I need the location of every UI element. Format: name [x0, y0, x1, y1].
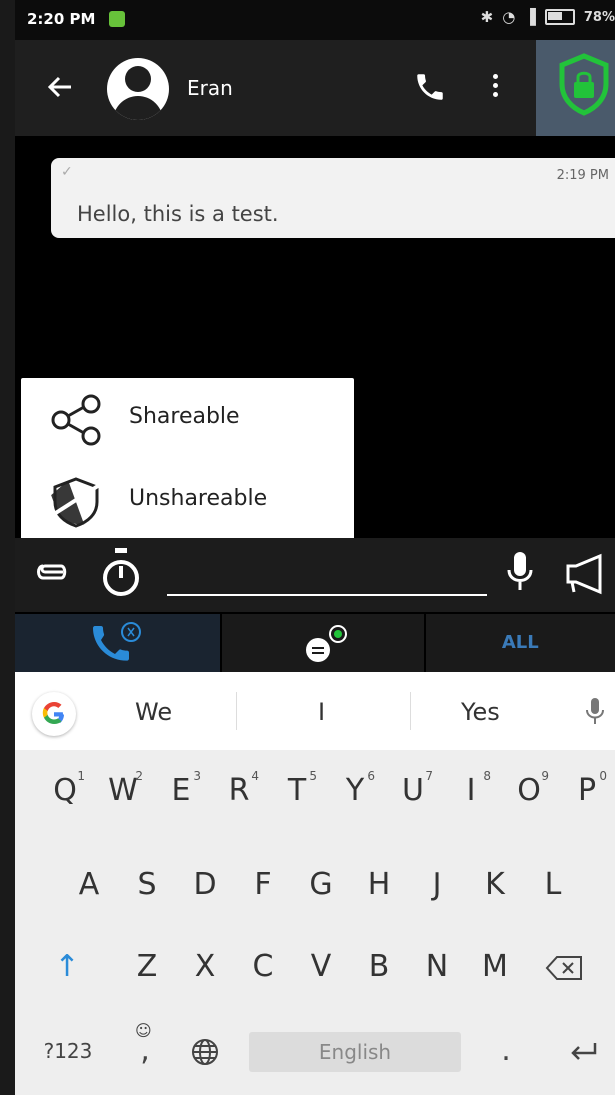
voice-input-icon[interactable]	[585, 696, 605, 726]
menu-item-unshareable[interactable]: Unshareable	[21, 460, 354, 540]
google-g-icon[interactable]	[32, 692, 76, 736]
app-bar: Eran	[15, 40, 615, 136]
attachment-icon[interactable]	[35, 562, 67, 582]
key-r[interactable]: 4R	[217, 756, 261, 826]
sent-check-icon: ✓	[61, 164, 73, 180]
key-p[interactable]: 0P	[565, 756, 609, 826]
more-options-icon[interactable]	[485, 70, 505, 104]
key-f[interactable]: F	[241, 850, 285, 920]
signal-icon: ▐	[524, 8, 536, 26]
notification-icon	[109, 11, 125, 27]
menu-item-label: Unshareable	[129, 486, 268, 511]
space-bar[interactable]: English	[249, 1032, 461, 1072]
key-j[interactable]: J	[415, 850, 459, 920]
status-icons: ✱ ◔ ▐ 78%	[481, 8, 615, 26]
key-a[interactable]: A	[67, 850, 111, 920]
chat-timer-icon	[306, 625, 348, 662]
key-e[interactable]: 3E	[159, 756, 203, 826]
message-input[interactable]	[167, 594, 487, 596]
filter-tabs: ALL	[15, 614, 615, 672]
key-s[interactable]: S	[125, 850, 169, 920]
tab-messages[interactable]	[222, 614, 426, 672]
key-x[interactable]: X	[183, 932, 227, 1002]
phone-timer-icon	[93, 622, 141, 661]
key-d[interactable]: D	[183, 850, 227, 920]
key-row-2: ASDFGHJKL	[15, 850, 615, 920]
key-v[interactable]: V	[299, 932, 343, 1002]
message-time: 2:19 PM	[556, 168, 609, 183]
key-w[interactable]: 2W	[101, 756, 145, 826]
shift-key[interactable]: ↑	[45, 932, 89, 1002]
suggestion-2[interactable]: I	[318, 698, 325, 726]
menu-item-label: Shareable	[129, 404, 240, 429]
contact-name[interactable]: Eran	[187, 76, 233, 100]
status-time: 2:20 PM	[27, 10, 96, 28]
menu-item-shareable[interactable]: Shareable	[21, 378, 354, 458]
comma-key[interactable]: ☺ ,	[127, 1016, 163, 1086]
shield-block-icon	[47, 476, 105, 528]
status-bar: 2:20 PM ✱ ◔ ▐ 78%	[15, 0, 615, 40]
phone-icon[interactable]	[413, 70, 447, 104]
app-frame: 2:20 PM ✱ ◔ ▐ 78% Eran ✓ 2:19 PM Hello, …	[15, 0, 615, 1095]
key-c[interactable]: C	[241, 932, 285, 1002]
key-g[interactable]: G	[299, 850, 343, 920]
message-text: Hello, this is a test.	[77, 202, 279, 226]
megaphone-icon[interactable]	[560, 552, 615, 596]
key-u[interactable]: 7U	[391, 756, 435, 826]
key-q[interactable]: 1Q	[43, 756, 87, 826]
key-m[interactable]: M	[473, 932, 517, 1002]
timer-icon[interactable]	[101, 544, 141, 602]
security-shield-button[interactable]	[536, 40, 615, 136]
microphone-icon[interactable]	[505, 546, 535, 596]
shield-lock-icon	[554, 52, 614, 118]
message-bubble[interactable]: ✓ 2:19 PM Hello, this is a test.	[51, 158, 615, 238]
battery-icon	[544, 9, 575, 25]
share-icon	[47, 394, 105, 446]
compose-bar	[15, 538, 615, 612]
suggestion-bar: We I Yes	[15, 672, 615, 750]
key-h[interactable]: H	[357, 850, 401, 920]
key-t[interactable]: 5T	[275, 756, 319, 826]
key-o[interactable]: 9O	[507, 756, 551, 826]
enter-key[interactable]	[561, 1016, 605, 1086]
key-row-3: ↑ ZXCVBNM	[15, 932, 615, 1002]
suggestion-3[interactable]: Yes	[461, 698, 500, 726]
tab-all[interactable]: ALL	[426, 614, 615, 672]
key-y[interactable]: 6Y	[333, 756, 377, 826]
key-n[interactable]: N	[415, 932, 459, 1002]
key-b[interactable]: B	[357, 932, 401, 1002]
key-k[interactable]: K	[473, 850, 517, 920]
tab-calls[interactable]	[15, 614, 223, 672]
battery-percent: 78%	[583, 9, 615, 25]
contact-avatar[interactable]	[107, 58, 169, 120]
globe-icon[interactable]	[183, 1016, 227, 1086]
share-menu: Shareable Unshareable	[21, 378, 354, 540]
key-z[interactable]: Z	[125, 932, 169, 1002]
bluetooth-icon: ✱	[480, 8, 494, 26]
period-key[interactable]: .	[493, 1016, 519, 1086]
suggestion-1[interactable]: We	[135, 698, 172, 726]
key-l[interactable]: L	[531, 850, 575, 920]
symbols-key[interactable]: ?123	[33, 1016, 103, 1086]
back-arrow-icon[interactable]	[45, 72, 75, 102]
emoji-icon: ☺	[135, 1021, 152, 1040]
tab-all-label: ALL	[501, 632, 539, 653]
key-i[interactable]: 8I	[449, 756, 493, 826]
key-row-1: 1Q2W3E4R5T6Y7U8I9O0P	[15, 756, 615, 826]
keyboard: We I Yes 1Q2W3E4R5T6Y7U8I9O0P ASDFGHJKL …	[15, 672, 615, 1095]
wifi-icon: ◔	[502, 8, 516, 26]
backspace-key[interactable]	[540, 932, 590, 1002]
